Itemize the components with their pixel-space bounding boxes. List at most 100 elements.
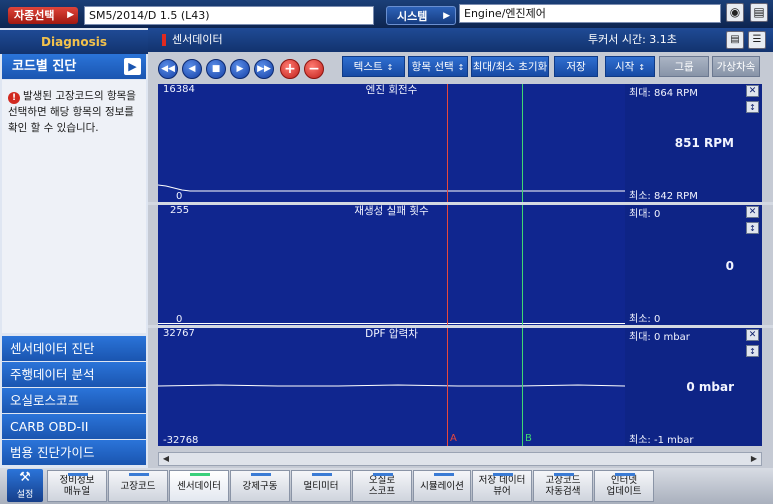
close-icon[interactable]: ✕: [746, 85, 759, 97]
tab-sensor-data[interactable]: 센서데이터: [169, 470, 229, 502]
min-readout: 최소: 842 RPM: [629, 187, 698, 202]
main-panel: 센서데이터 투커서 시간: 3.1초 ▤ ☰ ◀◀ ◀ ■ ▶ ▶▶ + − 텍…: [148, 28, 773, 468]
cursor-a-line[interactable]: [447, 205, 448, 325]
app-window: 자종선택 ▶ SM5/2014/D 1.5 (L43) 시스템 ▶ Engine…: [0, 0, 773, 504]
zoom-out-icon[interactable]: −: [304, 59, 324, 79]
step-back-icon[interactable]: ◀: [182, 59, 202, 79]
dpf-trace: [158, 384, 625, 387]
item-select-label: 항목 선택: [411, 61, 454, 73]
main-header: 센서데이터 투커서 시간: 3.1초 ▤ ☰: [148, 28, 773, 52]
tab-saved-data-viewer[interactable]: 저장 데이터 뷰어: [472, 470, 532, 502]
system-select-button[interactable]: 시스템 ▶: [386, 6, 456, 25]
cursor-a-line[interactable]: [447, 328, 448, 446]
sidebar-item-driving-data[interactable]: 주행데이터 분석: [2, 362, 146, 387]
cursor-a-line[interactable]: [447, 84, 448, 202]
tab-indicator: [373, 473, 393, 476]
system-field[interactable]: Engine/엔진제어: [459, 4, 721, 23]
tab-indicator: [190, 473, 210, 476]
skip-forward-icon[interactable]: ▶▶: [254, 59, 274, 79]
info-text: 발생된 고장코드의 항목을 선택하면 해당 항목의 정보를 확인 할 수 있습니…: [8, 90, 136, 134]
value-panel-regen-failures: 최대: 0 0 최소: 0 ✕ ↕: [625, 205, 762, 325]
close-icon[interactable]: ✕: [746, 329, 759, 341]
export-icon[interactable]: ▤: [726, 31, 744, 49]
max-readout: 최대: 0 mbar: [629, 328, 690, 343]
current-value: 851 RPM: [674, 136, 734, 150]
max-value: 0: [653, 209, 661, 220]
system-select-label: 시스템: [397, 10, 428, 23]
min-label: 최소:: [629, 314, 651, 325]
graph-dpf-pressure[interactable]: 32767 DPF 압력차 -32768 A B: [158, 328, 625, 446]
sidebar: Diagnosis 코드별 진단 ▶ ! 발생된 고장코드의 항목을 선택하면 해…: [0, 28, 148, 468]
graph-regen-failures[interactable]: 255 재생성 실패 횟수 0: [158, 205, 625, 325]
reorder-icon[interactable]: ↕: [746, 345, 759, 357]
skip-back-icon[interactable]: ◀◀: [158, 59, 178, 79]
tab-multimeter[interactable]: 멀티미터: [291, 470, 351, 502]
max-value: 864 RPM: [653, 88, 698, 99]
max-label: 최대:: [629, 332, 651, 343]
tools-icon: ⚒: [19, 470, 31, 485]
min-value: -1 mbar: [653, 435, 694, 446]
sidebar-item-carb-obd[interactable]: CARB OBD-II: [2, 414, 146, 439]
tab-simulation[interactable]: 시뮬레이션: [413, 470, 471, 502]
min-readout: 최소: -1 mbar: [629, 431, 693, 446]
tab-actuation[interactable]: 강제구동: [230, 470, 290, 502]
current-value: 0 mbar: [686, 380, 734, 394]
graph-engine-rpm[interactable]: 16384 엔진 회전수 0: [158, 84, 625, 202]
scroll-right-icon[interactable]: ▶: [747, 453, 761, 465]
step-forward-icon[interactable]: ▶: [230, 59, 250, 79]
reorder-icon[interactable]: ↕: [746, 222, 759, 234]
tab-indicator: [129, 473, 149, 476]
sidebar-menu: 센서데이터 진단 주행데이터 분석 오실로스코프 CARB OBD-II 범용 …: [2, 336, 146, 466]
tab-label: 시뮬레이션: [420, 480, 464, 492]
car-select-button[interactable]: 자종선택 ▶: [8, 7, 78, 24]
cursor-b-line[interactable]: [522, 328, 523, 446]
cursor-b-label: B: [525, 433, 532, 444]
scroll-left-icon[interactable]: ◀: [159, 453, 173, 465]
group-button[interactable]: 그룹: [659, 56, 709, 77]
start-button[interactable]: 시작 ↕: [605, 56, 655, 77]
reset-minmax-button[interactable]: 최대/최소 초기화: [471, 56, 549, 77]
tab-service-manual[interactable]: 정비정보 매뉴얼: [47, 470, 107, 502]
min-readout: 최소: 0: [629, 310, 660, 325]
item-select-button[interactable]: 항목 선택 ↕: [408, 56, 468, 77]
info-box: ! 발생된 고장코드의 항목을 선택하면 해당 항목의 정보를 확인 할 수 있습…: [2, 80, 146, 333]
min-value: 0: [653, 314, 661, 325]
tab-internet-update[interactable]: 인터넷 업데이트: [594, 470, 654, 502]
car-field[interactable]: SM5/2014/D 1.5 (L43): [84, 6, 374, 25]
stop-icon[interactable]: ■: [206, 59, 226, 79]
code-diagnosis-label: 코드별 진단: [12, 59, 77, 74]
code-diagnosis-button[interactable]: 코드별 진단 ▶: [2, 54, 146, 79]
diagnosis-title: Diagnosis: [0, 30, 148, 54]
max-label: 최대:: [629, 209, 651, 220]
sidebar-item-general-guide[interactable]: 범용 진단가이드: [2, 440, 146, 465]
close-icon[interactable]: ✕: [746, 206, 759, 218]
tab-fault-codes[interactable]: 고장코드: [108, 470, 168, 502]
text-select-button[interactable]: 텍스트 ↕: [342, 56, 405, 77]
virtual-speed-button[interactable]: 가상차속: [712, 56, 760, 77]
sidebar-item-sensor-diagnosis[interactable]: 센서데이터 진단: [2, 336, 146, 361]
cursor-b-line[interactable]: [522, 205, 523, 325]
list-icon[interactable]: ☰: [748, 31, 766, 49]
settings-button[interactable]: ⚒ 설정: [7, 469, 43, 502]
reorder-icon[interactable]: ↕: [746, 101, 759, 113]
tab-oscilloscope[interactable]: 오실로 스코프: [352, 470, 412, 502]
value-panel-engine-rpm: 최대: 864 RPM 851 RPM 최소: 842 RPM ✕ ↕: [625, 84, 762, 202]
tab-auto-code-search[interactable]: 고장코드 자동검색: [533, 470, 593, 502]
bottom-bar: ⚒ 설정 정비정보 매뉴얼 고장코드 센서데이터 강제구동 멀티미터 오실로 스…: [0, 468, 773, 504]
min-value: 842 RPM: [653, 191, 698, 202]
tab-indicator: [68, 473, 88, 476]
cursor-b-line[interactable]: [522, 84, 523, 202]
title-marker: [162, 34, 166, 46]
warning-icon: !: [8, 92, 20, 104]
tab-label: 정비정보 매뉴얼: [59, 475, 95, 497]
tab-indicator: [615, 473, 635, 476]
spinner-icon: ↕: [386, 63, 394, 72]
sidebar-item-oscilloscope[interactable]: 오실로스코프: [2, 388, 146, 413]
horizontal-scrollbar[interactable]: ◀ ▶: [158, 452, 762, 466]
camera-icon[interactable]: ◉: [726, 3, 744, 22]
save-button[interactable]: 저장: [554, 56, 598, 77]
zoom-in-icon[interactable]: +: [280, 59, 300, 79]
tab-label: 고장코드 자동검색: [545, 475, 581, 497]
print-icon[interactable]: ▤: [750, 3, 768, 22]
spinner-icon: ↕: [457, 63, 465, 72]
